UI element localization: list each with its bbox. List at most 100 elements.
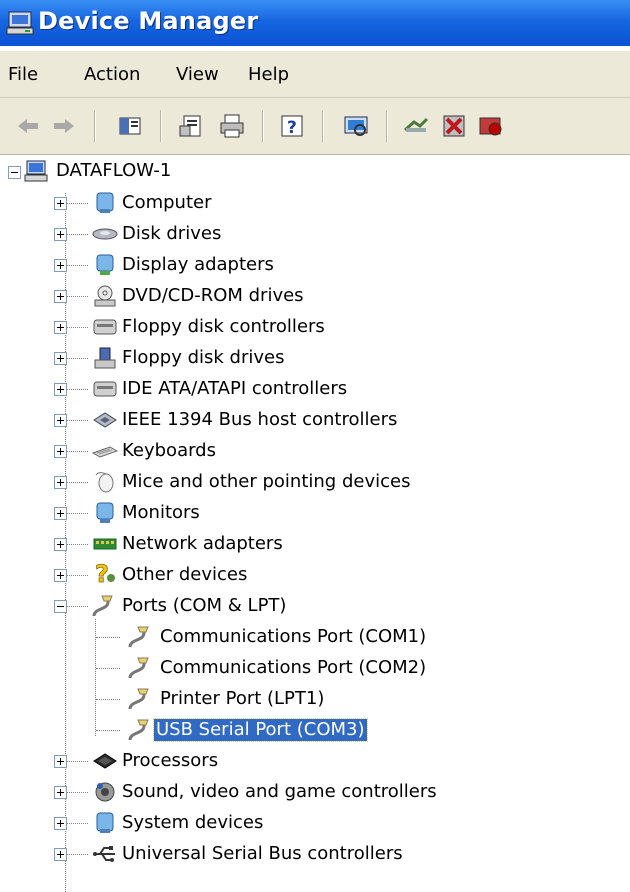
collapse-icon[interactable] bbox=[8, 166, 21, 179]
tree-item-label: Keyboards bbox=[122, 440, 216, 461]
print-icon[interactable] bbox=[218, 112, 246, 140]
port-icon bbox=[128, 657, 149, 679]
disable-device-icon[interactable] bbox=[476, 112, 504, 140]
tree-item-label: IDE ATA/ATAPI controllers bbox=[122, 378, 348, 399]
tree-connector-line bbox=[66, 358, 88, 360]
tree-connector-line bbox=[66, 575, 88, 577]
tree-item-label: Computer bbox=[122, 192, 212, 213]
tree-child-lpt1[interactable]: Printer Port (LPT1) bbox=[0, 685, 630, 715]
svg-text:?: ? bbox=[95, 561, 109, 585]
tree-item-other-devices[interactable]: ? Other devices bbox=[0, 561, 630, 591]
tree-child-com1[interactable]: Communications Port (COM1) bbox=[0, 623, 630, 653]
expand-icon[interactable] bbox=[54, 197, 67, 210]
expand-icon[interactable] bbox=[54, 848, 67, 861]
uninstall-icon[interactable] bbox=[440, 112, 468, 140]
properties-icon[interactable] bbox=[178, 112, 206, 140]
collapse-icon[interactable] bbox=[54, 600, 67, 613]
system-device-icon bbox=[96, 812, 114, 833]
expand-icon[interactable] bbox=[54, 538, 67, 551]
expand-icon[interactable] bbox=[54, 569, 67, 582]
tree-connector-line bbox=[66, 792, 88, 794]
expand-icon[interactable] bbox=[54, 414, 67, 427]
tree-item-keyboards[interactable]: Keyboards bbox=[0, 437, 630, 467]
tree-connector-line bbox=[66, 544, 88, 546]
tree-root[interactable]: DATAFLOW-1 bbox=[0, 158, 630, 188]
ieee1394-icon bbox=[93, 412, 117, 428]
menu-view[interactable]: View bbox=[176, 64, 219, 85]
expand-icon[interactable] bbox=[54, 786, 67, 799]
tree-root-label: DATAFLOW-1 bbox=[56, 160, 172, 181]
tree-item-ide-controllers[interactable]: IDE ATA/ATAPI controllers bbox=[0, 375, 630, 405]
tree-item-computer[interactable]: Computer bbox=[0, 189, 630, 219]
toolbar-separator bbox=[322, 110, 324, 142]
tree-item-label: System devices bbox=[122, 812, 264, 833]
forward-arrow-icon[interactable] bbox=[50, 112, 78, 140]
expand-icon[interactable] bbox=[54, 445, 67, 458]
tree-item-label: Communications Port (COM2) bbox=[160, 657, 427, 678]
tree-item-processors[interactable]: Processors bbox=[0, 747, 630, 777]
computer-icon bbox=[96, 192, 114, 213]
display-adapter-icon bbox=[96, 254, 114, 275]
menu-bar: File Action View Help bbox=[0, 51, 630, 98]
scan-hardware-icon[interactable] bbox=[342, 112, 370, 140]
help-icon[interactable]: ? bbox=[278, 112, 306, 140]
tree-child-com2[interactable]: Communications Port (COM2) bbox=[0, 654, 630, 684]
show-hide-tree-icon[interactable] bbox=[116, 112, 144, 140]
tree-item-ports[interactable]: Ports (COM & LPT) bbox=[0, 592, 630, 622]
tree-connector-line bbox=[66, 451, 88, 453]
expand-icon[interactable] bbox=[54, 476, 67, 489]
tree-item-sound-video[interactable]: Sound, video and game controllers bbox=[0, 778, 630, 808]
expand-icon[interactable] bbox=[54, 259, 67, 272]
device-tree[interactable]: DATAFLOW-1 Computer Disk drives Display … bbox=[0, 155, 630, 892]
tree-item-label: Display adapters bbox=[122, 254, 274, 275]
expand-icon[interactable] bbox=[54, 228, 67, 241]
expand-icon[interactable] bbox=[54, 352, 67, 365]
tree-item-ieee1394[interactable]: IEEE 1394 Bus host controllers bbox=[0, 406, 630, 436]
expand-icon[interactable] bbox=[54, 817, 67, 830]
tree-connector-line bbox=[66, 854, 88, 856]
tree-child-com3-selected[interactable]: USB Serial Port (COM3) bbox=[0, 716, 630, 746]
tree-item-floppy-drives[interactable]: Floppy disk drives bbox=[0, 344, 630, 374]
tree-connector-line bbox=[66, 389, 88, 391]
tree-item-label: Other devices bbox=[122, 564, 248, 585]
tree-item-dvd-cdrom[interactable]: DVD/CD-ROM drives bbox=[0, 282, 630, 312]
tree-item-monitors[interactable]: Monitors bbox=[0, 499, 630, 529]
disk-drive-icon bbox=[92, 228, 118, 240]
monitor-icon bbox=[96, 502, 114, 523]
tree-item-network-adapters[interactable]: Network adapters bbox=[0, 530, 630, 560]
controller-icon bbox=[93, 381, 117, 397]
toolbar-separator bbox=[262, 110, 264, 142]
menu-file[interactable]: File bbox=[8, 64, 38, 85]
back-arrow-icon[interactable] bbox=[14, 112, 42, 140]
tree-item-label: Disk drives bbox=[122, 223, 222, 244]
expand-icon[interactable] bbox=[54, 383, 67, 396]
tree-item-system-devices[interactable]: System devices bbox=[0, 809, 630, 839]
expand-icon[interactable] bbox=[54, 507, 67, 520]
unknown-device-icon: ? bbox=[95, 561, 115, 585]
tree-item-label: IEEE 1394 Bus host controllers bbox=[122, 409, 398, 430]
tree-item-usb-controllers[interactable]: Universal Serial Bus controllers bbox=[0, 840, 630, 870]
expand-icon[interactable] bbox=[54, 755, 67, 768]
tree-item-label: Network adapters bbox=[122, 533, 283, 554]
update-driver-icon[interactable] bbox=[402, 112, 430, 140]
tree-item-label: Floppy disk controllers bbox=[122, 316, 325, 337]
title-bar[interactable]: Device Manager bbox=[0, 0, 630, 46]
tree-item-floppy-controllers[interactable]: Floppy disk controllers bbox=[0, 313, 630, 343]
tree-item-display-adapters[interactable]: Display adapters bbox=[0, 251, 630, 281]
expand-icon[interactable] bbox=[54, 290, 67, 303]
expand-icon[interactable] bbox=[54, 321, 67, 334]
tree-connector-line bbox=[96, 730, 120, 732]
tree-item-label: DVD/CD-ROM drives bbox=[122, 285, 304, 306]
tree-item-mice[interactable]: Mice and other pointing devices bbox=[0, 468, 630, 498]
menu-action[interactable]: Action bbox=[84, 64, 140, 85]
tree-connector-line bbox=[66, 482, 88, 484]
tree-item-label: Floppy disk drives bbox=[122, 347, 285, 368]
menu-help[interactable]: Help bbox=[248, 64, 289, 85]
tree-connector-line bbox=[66, 296, 88, 298]
keyboard-icon bbox=[92, 446, 118, 458]
network-adapter-icon bbox=[93, 538, 117, 550]
tree-item-disk-drives[interactable]: Disk drives bbox=[0, 220, 630, 250]
tree-connector-line bbox=[66, 823, 88, 825]
window-title: Device Manager bbox=[38, 7, 259, 35]
tree-item-label: Sound, video and game controllers bbox=[122, 781, 437, 802]
